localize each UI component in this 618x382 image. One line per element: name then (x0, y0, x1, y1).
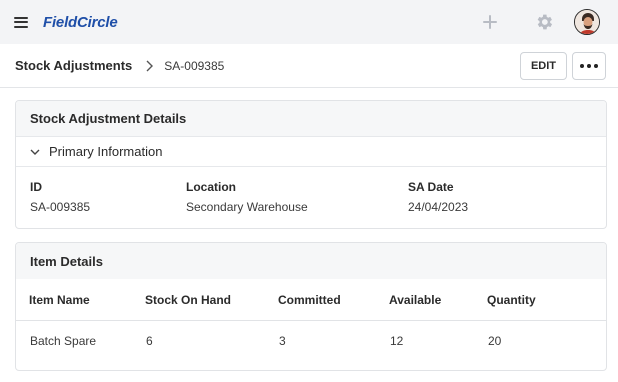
column-header: Committed (278, 293, 341, 307)
table-cell: 20 (488, 334, 502, 348)
field-value: 24/04/2023 (408, 200, 469, 214)
stock-adjustment-details-card: Stock Adjustment Details Primary Informa… (15, 100, 607, 229)
field-value: Secondary Warehouse (186, 200, 308, 214)
field-label: SA Date (408, 180, 454, 194)
field-label: ID (30, 180, 42, 194)
page-actions: EDIT (519, 52, 606, 80)
app-logo[interactable]: FieldCircle (43, 14, 118, 31)
breadcrumb-parent-link[interactable]: Stock Adjustments (15, 58, 132, 73)
column-header: Available (389, 293, 442, 307)
topbar-actions (480, 0, 600, 44)
table-header: Item Name Stock On Hand Committed Availa… (16, 279, 606, 321)
breadcrumb: Stock Adjustments SA-009385 EDIT (0, 44, 618, 88)
user-avatar[interactable] (574, 9, 600, 35)
column-header: Stock On Hand (145, 293, 232, 307)
plus-icon[interactable] (480, 12, 500, 32)
field-label: Location (186, 180, 236, 194)
card-title: Item Details (16, 243, 606, 279)
table-cell: 6 (146, 334, 153, 348)
primary-information-toggle[interactable]: Primary Information (16, 137, 606, 167)
top-navigation-bar: FieldCircle (0, 0, 618, 44)
chevron-down-icon (30, 149, 40, 155)
gear-icon[interactable] (534, 12, 554, 32)
column-header: Item Name (29, 293, 90, 307)
section-label: Primary Information (49, 144, 163, 159)
table-cell: 12 (390, 334, 404, 348)
edit-button[interactable]: EDIT (519, 52, 567, 80)
chevron-right-icon (146, 60, 154, 71)
field-location: Location Secondary Warehouse (186, 180, 308, 214)
hamburger-menu-icon[interactable] (14, 16, 28, 28)
table-cell: Batch Spare (30, 334, 97, 348)
primary-information-fields: ID SA-009385 Location Secondary Warehous… (16, 167, 606, 227)
breadcrumb-current: SA-009385 (164, 58, 225, 73)
field-sa-date: SA Date 24/04/2023 (408, 180, 468, 214)
field-id: ID SA-009385 (30, 180, 90, 214)
more-horizontal-icon (580, 64, 584, 68)
item-details-card: Item Details Item Name Stock On Hand Com… (15, 242, 607, 371)
more-options-button[interactable] (572, 52, 606, 80)
table-cell: 3 (279, 334, 286, 348)
column-header: Quantity (487, 293, 536, 307)
field-value: SA-009385 (30, 200, 91, 214)
table-row[interactable]: Batch Spare 6 3 12 20 (16, 321, 606, 361)
card-title: Stock Adjustment Details (16, 101, 606, 137)
